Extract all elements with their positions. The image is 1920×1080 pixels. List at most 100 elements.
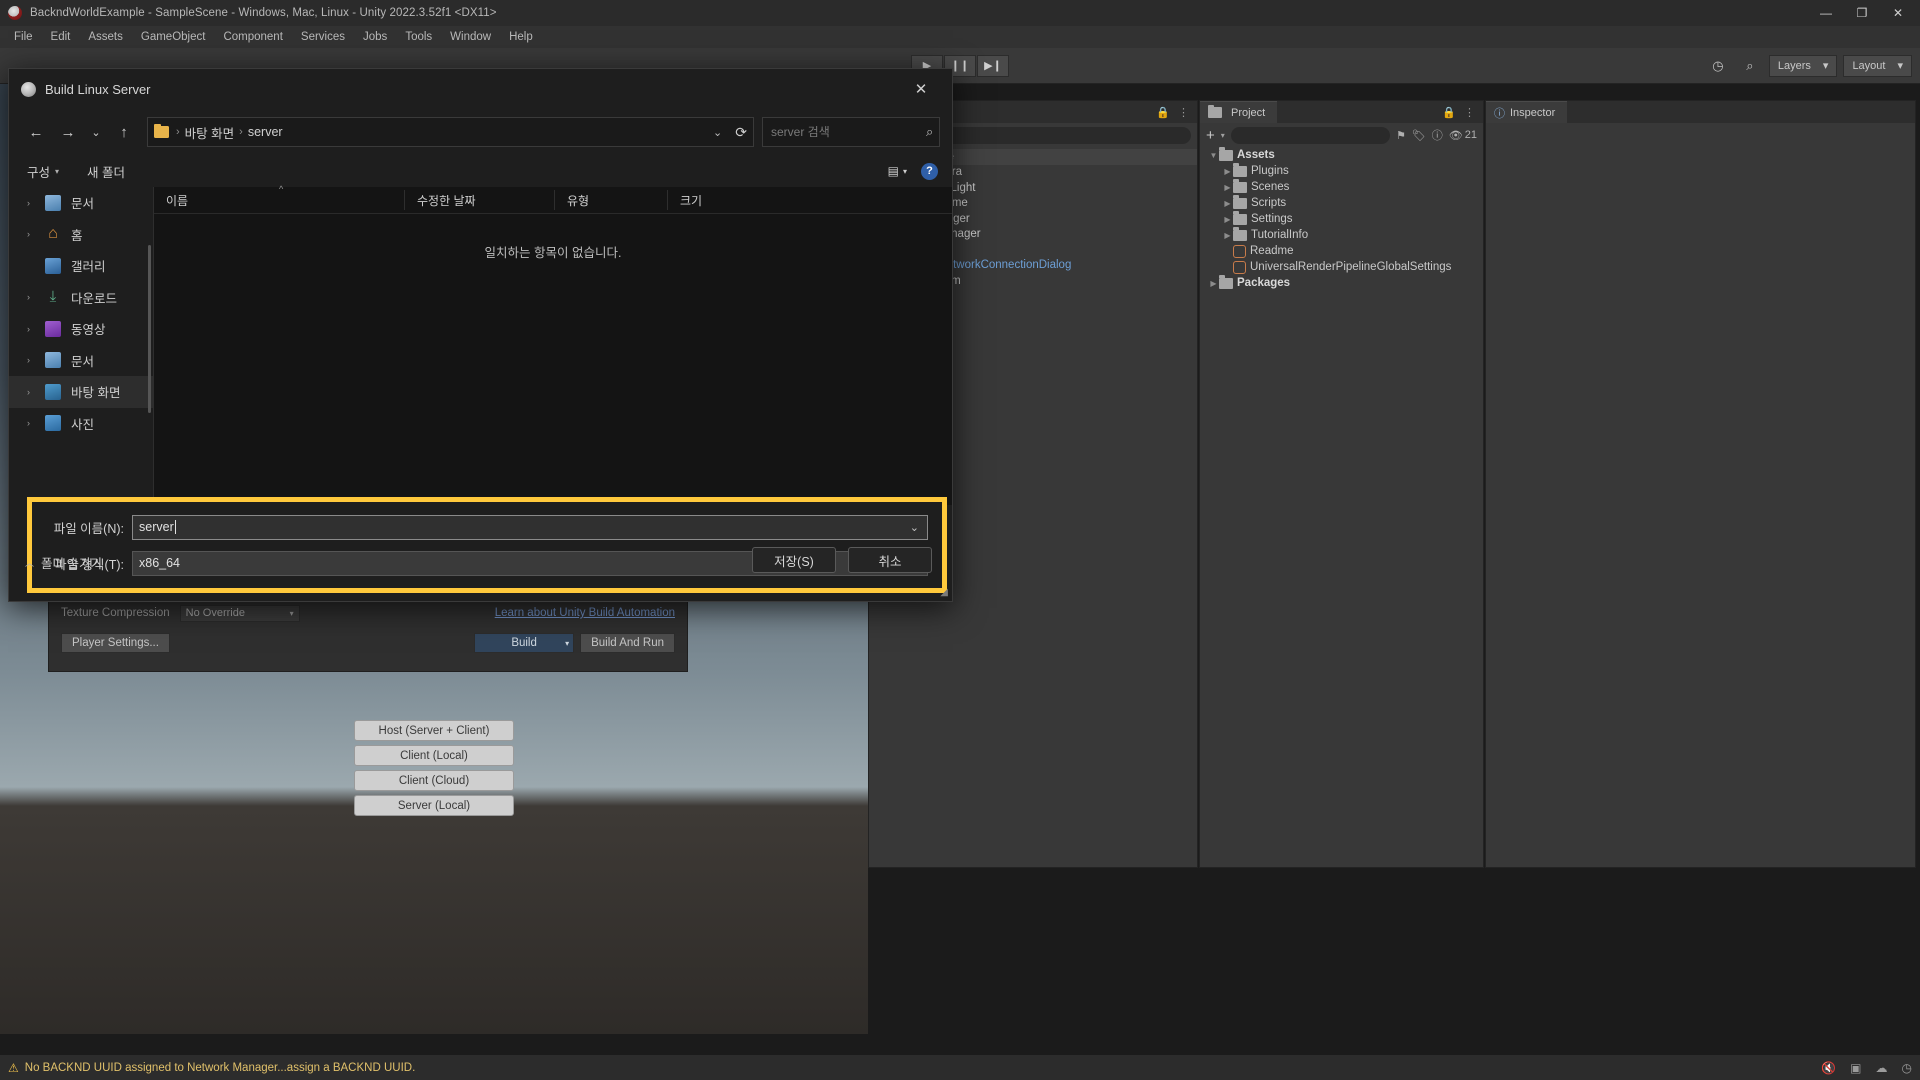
host-server-client-button[interactable]: Host (Server + Client) [354,720,514,741]
forward-button[interactable]: → [53,117,83,147]
chevron-down-icon[interactable]: ⌄ [910,521,919,534]
sidebar-item-pictures[interactable]: › 사진 [9,408,154,440]
project-item-packages[interactable]: ▶ Packages [1200,275,1483,291]
client-local-button[interactable]: Client (Local) [354,745,514,766]
help-button[interactable]: ? [921,162,938,180]
sidebar-item-documents-2[interactable]: › 문서 [9,345,154,377]
chevron-right-icon[interactable]: › [27,292,41,302]
sidebar-scrollbar[interactable] [148,245,151,413]
back-button[interactable]: ← [21,117,51,147]
collab-icon[interactable]: ▣ [1850,1061,1861,1075]
project-item-scenes[interactable]: ▶ Scenes [1200,179,1483,195]
breadcrumb[interactable]: › 바탕 화면 › server ⌄ ⟳ [147,117,754,147]
sidebar-item-desktop[interactable]: › 바탕 화면 [9,376,154,408]
step-button[interactable]: ▶❙ [977,54,1009,77]
layout-dropdown[interactable]: Layout ▾ [1843,54,1912,77]
hide-folders-toggle[interactable]: ︿ 폴더 숨기기 [25,553,102,572]
menu-component[interactable]: Component [215,28,290,46]
lock-icon[interactable]: 🔒 [1442,106,1456,119]
chevron-right-icon[interactable]: › [27,418,41,428]
kebab-menu-icon[interactable]: ⋮ [1178,106,1189,119]
project-item-scripts[interactable]: ▶ Scripts [1200,195,1483,211]
sidebar-item-videos[interactable]: › 동영상 [9,313,154,345]
resize-grip[interactable]: ◢ [940,587,948,598]
column-header-size[interactable]: 크기 [667,190,777,210]
project-item-assets[interactable]: ▼ Assets [1200,147,1483,163]
refresh-icon[interactable]: ⟳ [735,124,747,141]
progress-icon[interactable]: ◷ [1902,1061,1912,1075]
cloud-icon[interactable]: ◷ [1705,55,1731,77]
project-item-urp-global-settings[interactable]: UniversalRenderPipelineGlobalSettings [1200,259,1483,275]
warning-triangle-icon: ⚠ [8,1060,19,1075]
dialog-search[interactable]: ⌕ [762,117,940,147]
folder-icon [154,123,169,138]
project-item-readme[interactable]: Readme [1200,243,1483,259]
cloud-status-icon[interactable]: ☁ [1876,1061,1888,1075]
client-cloud-button[interactable]: Client (Cloud) [354,770,514,791]
organize-menu[interactable]: 구성 ▾ [27,162,59,181]
breadcrumb-segment-desktop[interactable]: 바탕 화면 [185,123,234,142]
new-folder-button[interactable]: 새 폴더 [87,162,125,181]
column-header-type[interactable]: 유형 [554,190,667,210]
mute-icon[interactable]: 🔇 [1821,1061,1836,1075]
dialog-close-button[interactable]: ✕ [902,75,940,103]
tab-project[interactable]: Project [1200,101,1278,123]
up-button[interactable]: ↑ [109,117,139,147]
search-icon[interactable]: ⌕ [1737,55,1763,77]
tag-icon[interactable]: 🏷 [1412,129,1426,142]
build-automation-link[interactable]: Learn about Unity Build Automation [495,607,675,619]
build-and-run-button[interactable]: Build And Run [580,633,675,653]
chevron-right-icon: ▶ [1210,278,1217,288]
view-mode-button[interactable]: ▤ ▾ [888,164,907,178]
search-input[interactable] [771,125,926,139]
kebab-menu-icon[interactable]: ⋮ [1464,106,1475,119]
project-search-input[interactable] [1230,126,1390,144]
minimize-button[interactable]: — [1808,0,1844,26]
server-local-button[interactable]: Server (Local) [354,795,514,816]
breadcrumb-segment-server[interactable]: server [248,125,283,139]
menu-file[interactable]: File [6,28,41,46]
sidebar-item-downloads[interactable]: › 다운로드 [9,282,154,314]
chevron-right-icon[interactable]: › [27,387,41,397]
sidebar-item-home[interactable]: › 홈 [9,219,154,251]
favorites-icon[interactable]: ⚑ [1396,129,1406,142]
column-header-date-modified[interactable]: 수정한 날짜 [404,190,554,210]
menu-jobs[interactable]: Jobs [355,28,395,46]
menu-tools[interactable]: Tools [397,28,440,46]
layers-dropdown[interactable]: Layers ▾ [1768,54,1838,77]
project-item-plugins[interactable]: ▶ Plugins [1200,163,1483,179]
close-button[interactable]: ✕ [1880,0,1916,26]
lock-icon[interactable]: 🔒 [1156,106,1170,119]
tab-inspector[interactable]: ⓘ Inspector [1486,101,1568,123]
search-icon[interactable]: ⌕ [926,124,933,140]
file-list-header: ^ 이름 수정한 날짜 유형 크기 [154,184,952,214]
chevron-right-icon[interactable]: › [27,355,41,365]
project-item-tutorialinfo[interactable]: ▶ TutorialInfo [1200,227,1483,243]
chevron-right-icon[interactable]: › [27,324,41,334]
build-button[interactable]: Build ▾ [474,633,575,653]
maximize-button[interactable]: ❐ [1844,0,1880,26]
chevron-down-icon[interactable]: ▾ [1221,131,1225,140]
menu-window[interactable]: Window [442,28,499,46]
player-settings-button[interactable]: Player Settings... [61,633,170,653]
sidebar-item-documents[interactable]: › 문서 [9,187,154,219]
chevron-down-icon[interactable]: ⌄ [713,126,730,139]
recent-locations-button[interactable]: ⌄ [85,117,107,147]
file-name-input[interactable]: server ⌄ [132,514,928,540]
menu-edit[interactable]: Edit [43,28,79,46]
add-asset-button[interactable]: + [1206,127,1215,144]
menu-services[interactable]: Services [293,28,353,46]
menu-assets[interactable]: Assets [80,28,131,46]
sidebar-item-label: 사진 [71,417,95,432]
chevron-right-icon[interactable]: › [27,229,41,239]
menu-gameobject[interactable]: GameObject [133,28,214,46]
menu-help[interactable]: Help [501,28,541,46]
save-button[interactable]: 저장(S) [752,547,836,573]
chevron-right-icon[interactable]: › [27,198,41,208]
column-header-name[interactable]: ^ 이름 [154,184,404,210]
cancel-button[interactable]: 취소 [848,547,932,573]
sidebar-item-gallery[interactable]: 갤러리 [9,250,154,282]
texture-compression-dropdown[interactable]: No Override [179,604,300,622]
info-icon[interactable]: ⓘ [1432,127,1443,143]
project-item-settings[interactable]: ▶ Settings [1200,211,1483,227]
